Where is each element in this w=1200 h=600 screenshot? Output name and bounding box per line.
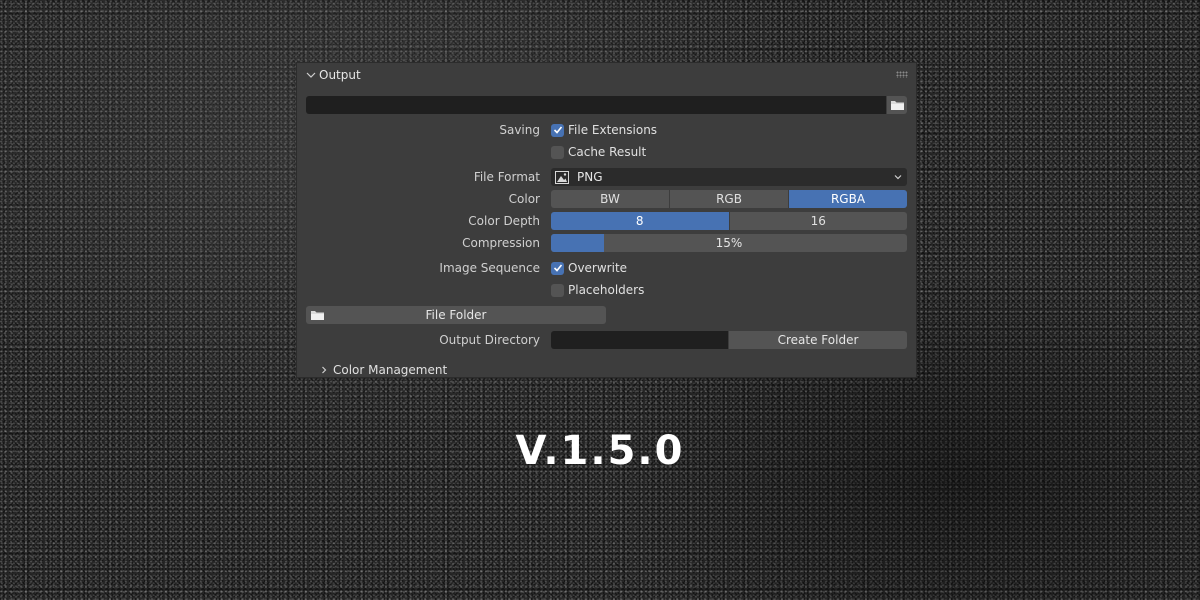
output-directory-input[interactable] — [551, 331, 728, 349]
chevron-right-icon — [322, 366, 327, 374]
file-folder-button[interactable]: File Folder — [306, 306, 606, 324]
checkbox-checked[interactable] — [551, 123, 564, 137]
compression-slider[interactable]: 15% — [551, 234, 907, 252]
color-option-bw[interactable]: BW — [551, 190, 670, 208]
file-extensions-checkbox[interactable]: File Extensions — [551, 121, 657, 139]
output-path-input[interactable] — [306, 96, 886, 114]
folder-icon — [311, 311, 324, 320]
overwrite-checkbox[interactable]: Overwrite — [551, 259, 627, 277]
image-icon — [555, 170, 569, 184]
file-extensions-label: File Extensions — [568, 123, 658, 137]
checkbox-unchecked[interactable] — [551, 283, 564, 297]
create-folder-button[interactable]: Create Folder — [729, 331, 907, 349]
output-panel: Output Saving File Extensions Cache Resu… — [296, 62, 917, 378]
color-depth-option-16[interactable]: 16 — [729, 212, 907, 230]
cache-result-label: Cache Result — [568, 145, 647, 159]
browse-folder-button[interactable] — [887, 96, 907, 114]
color-depth-label: Color Depth — [468, 214, 540, 228]
placeholders-checkbox[interactable]: Placeholders — [551, 281, 644, 299]
panel-header[interactable]: Output — [297, 63, 916, 87]
checkbox-unchecked[interactable] — [551, 145, 564, 159]
color-option-rgb[interactable]: RGB — [670, 190, 789, 208]
compression-value: 15% — [715, 236, 743, 250]
compression-label: Compression — [462, 236, 540, 250]
chevron-down-icon — [894, 175, 902, 180]
checkbox-checked[interactable] — [551, 261, 564, 275]
checkmark-icon — [553, 126, 562, 134]
panel-title: Output — [319, 68, 361, 82]
color-depth-option-8[interactable]: 8 — [551, 212, 730, 230]
folder-icon — [890, 101, 904, 110]
version-text: V.1.5.0 — [515, 428, 685, 474]
color-depth-selector: 8 16 — [551, 212, 907, 230]
placeholders-label: Placeholders — [568, 283, 645, 297]
file-folder-label: File Folder — [425, 308, 487, 322]
color-option-rgba[interactable]: RGBA — [789, 190, 907, 208]
color-mode-selector: BW RGB RGBA — [551, 190, 907, 208]
cache-result-checkbox[interactable]: Cache Result — [551, 143, 646, 161]
file-format-dropdown[interactable]: PNG — [551, 168, 907, 186]
color-management-subpanel[interactable]: Color Management — [319, 361, 447, 379]
saving-label: Saving — [499, 123, 540, 137]
drag-grip-icon[interactable] — [896, 71, 908, 78]
overwrite-label: Overwrite — [568, 261, 628, 275]
file-format-label: File Format — [473, 170, 540, 184]
image-sequence-label: Image Sequence — [439, 261, 540, 275]
checkmark-icon — [553, 264, 562, 272]
output-directory-label: Output Directory — [439, 333, 540, 347]
file-format-value: PNG — [577, 170, 603, 184]
chevron-down-icon[interactable] — [305, 69, 317, 81]
color-management-label: Color Management — [333, 363, 448, 377]
color-label: Color — [508, 192, 540, 206]
